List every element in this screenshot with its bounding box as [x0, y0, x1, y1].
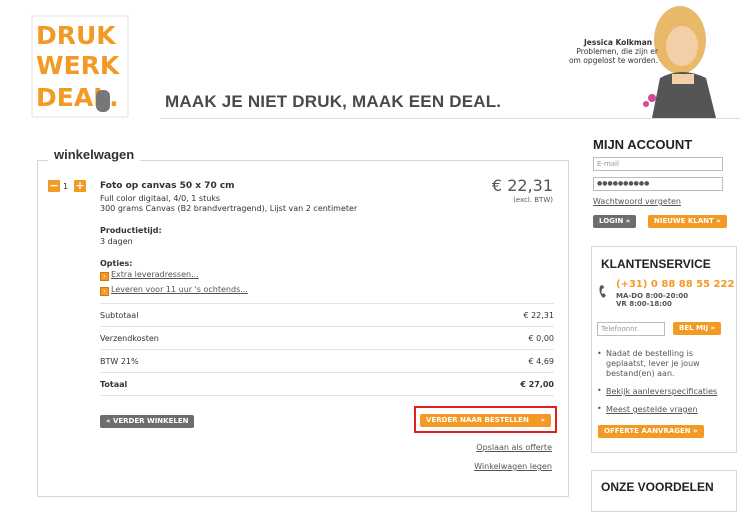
product-name: Foto op canvas 50 x 70 cm [100, 181, 235, 191]
qty-increase-button[interactable]: + [74, 180, 86, 192]
phone-icon [599, 285, 606, 298]
site-tagline: MAAK JE NIET DRUK, MAAK EEN DEAL. [165, 92, 502, 111]
bullet-icon: • [597, 386, 602, 395]
forgot-password-link[interactable]: Wachtwoord vergeten [593, 197, 681, 206]
mouse-icon [96, 90, 110, 112]
cart-title: winkelwagen [48, 147, 141, 162]
faq-link[interactable]: Meest gestelde vragen [606, 405, 698, 414]
product-price: € 22,31 [491, 176, 553, 195]
password-input[interactable]: ●●●●●●●●●● [593, 177, 723, 191]
logo-line-2: WERK [36, 51, 121, 80]
logo-line-1: DRUK [36, 21, 117, 50]
summary-row-total: Totaal € 27,00 [100, 380, 554, 389]
request-quote-button[interactable]: OFFERTE AANVRAGEN » [598, 425, 704, 438]
product-spec-2: 300 grams Canvas (B2 brandvertragend), L… [100, 204, 358, 213]
product-spec-1: Full color digitaal, 4/0, 1 stuks [100, 194, 221, 203]
arrow-right-icon: › [100, 287, 109, 296]
option-morning-delivery[interactable]: › Leveren voor 11 uur 's ochtends... [100, 285, 248, 296]
call-me-button[interactable]: BEL MIJ » [673, 322, 722, 335]
save-as-quote-link[interactable]: Opslaan als offerte [476, 443, 552, 452]
hours-fri: VR 8:00-18:00 [616, 300, 672, 308]
persona-quote: Problemen, die zijn er om opgelost te wo… [568, 47, 658, 65]
continue-shopping-button[interactable]: « VERDER WINKELEN [100, 415, 195, 428]
persona-name: Jessica Kolkman [584, 38, 653, 47]
email-input[interactable]: E-mail [593, 157, 723, 171]
phone-number[interactable]: (+31) 0 88 88 55 222 [616, 279, 734, 290]
options-label: Opties: [100, 259, 133, 268]
production-time-value: 3 dagen [100, 237, 133, 246]
delivery-specs-link[interactable]: Bekijk aanleverspecificaties [606, 387, 717, 396]
header-divider [160, 118, 740, 119]
proceed-to-checkout-button[interactable]: VERDER NAAR BESTELLEN» [420, 414, 551, 427]
qty-decrease-button[interactable]: − [48, 180, 60, 192]
summary-row-vat: BTW 21% € 4,69 [100, 357, 554, 366]
qty-value: 1 [63, 182, 69, 191]
hours-mon-thu: MA-DO 8:00-20:00 [616, 292, 689, 300]
login-button[interactable]: LOGIN » [593, 215, 637, 228]
account-title: MIJN ACCOUNT [593, 137, 693, 152]
druk-werk-deal-logo[interactable]: DRUK WERK DEAL. [30, 14, 130, 119]
summary-row-shipping: Verzendkosten € 0,00 [100, 334, 554, 343]
delivery-info-text: Nadat de bestelling is geplaatst, lever … [606, 349, 700, 378]
production-time-label: Productietijd: [100, 226, 162, 235]
service-title: KLANTENSERVICE [601, 257, 711, 271]
double-chevron-icon: » [540, 416, 545, 424]
price-excl-vat-note: (excl. BTW) [513, 196, 553, 204]
divider [100, 326, 554, 327]
summary-row-subtotal: Subtotaal € 22,31 [100, 311, 554, 320]
empty-cart-link[interactable]: Winkelwagen legen [474, 462, 552, 471]
benefits-title: ONZE VOORDELEN [601, 480, 714, 494]
arrow-right-icon: › [100, 272, 109, 281]
new-customer-button[interactable]: NIEUWE KLANT » [648, 215, 727, 228]
divider [100, 372, 554, 373]
option-extra-addresses[interactable]: › Extra leveradressen... [100, 270, 199, 281]
bullet-icon: • [597, 349, 602, 358]
divider [100, 303, 554, 304]
divider [100, 349, 554, 350]
phone-number-input[interactable]: Telefoonnr. [597, 322, 665, 336]
bullet-icon: • [597, 404, 602, 413]
divider [100, 395, 554, 396]
